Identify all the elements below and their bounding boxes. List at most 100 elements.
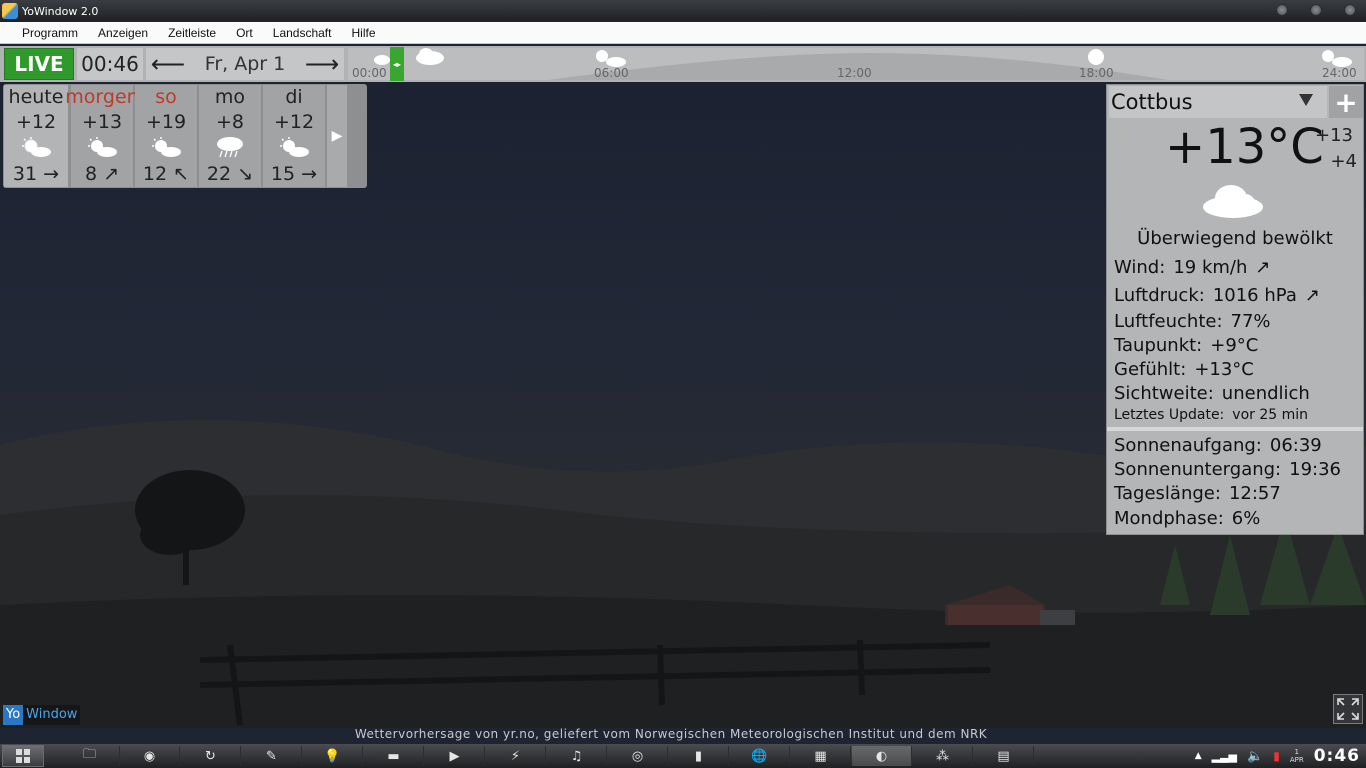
chevron-down-icon[interactable] bbox=[1299, 94, 1313, 106]
taskbar-globe-icon[interactable]: 🌐 bbox=[730, 746, 790, 766]
wind-value: 19 km/h bbox=[1173, 257, 1248, 278]
add-location-button[interactable]: + bbox=[1329, 86, 1363, 119]
day-temp: +8 bbox=[215, 111, 244, 133]
taskbar-flower-icon[interactable]: ⁂ bbox=[913, 746, 973, 766]
sunrise-row: Sonnenaufgang: 06:39 bbox=[1114, 435, 1322, 456]
forecast-next-arrow-icon[interactable]: ▶ bbox=[327, 85, 347, 187]
system-tray: ▲ ▂▃▅ 🔈 ▮ 1 APR 0:46 bbox=[1195, 744, 1366, 768]
taskbar: 🗀 ◉ ↻ ✎ 💡 ▬ ▶ ⚡ ♫ ◎ ▮ 🌐 ▦ ◐ ⁂ ▤ ▲ ▂▃▅ 🔈 … bbox=[0, 744, 1366, 768]
yowindow-logo[interactable]: Yo Window bbox=[3, 705, 81, 725]
daylength-label: Tageslänge: bbox=[1114, 483, 1221, 504]
visibility-value: unendlich bbox=[1221, 383, 1310, 404]
volume-icon[interactable]: 🔈 bbox=[1247, 749, 1263, 764]
update-label: Letztes Update: bbox=[1114, 407, 1225, 423]
taskbar-lightning-icon[interactable]: ⚡ bbox=[486, 746, 546, 766]
menu-landschaft[interactable]: Landschaft bbox=[263, 26, 342, 40]
humidity-label: Luftfeuchte: bbox=[1114, 311, 1223, 332]
prev-day-arrow-icon[interactable]: ⟵ bbox=[150, 50, 186, 78]
cloud-icon bbox=[1201, 181, 1265, 225]
moon-label: Mondphase: bbox=[1114, 508, 1224, 529]
tray-date: 1 APR bbox=[1289, 748, 1304, 764]
timeline-handle[interactable]: ◂▸ bbox=[390, 47, 404, 81]
timeline-label-0600: 06:00 bbox=[594, 66, 629, 80]
rain-cloud-icon bbox=[213, 135, 247, 161]
sun-cloud-icon bbox=[19, 135, 53, 161]
feels-label: Gefühlt: bbox=[1114, 359, 1187, 380]
sunset-row: Sonnenuntergang: 19:36 bbox=[1114, 459, 1341, 480]
expand-icon bbox=[1337, 698, 1359, 720]
taskbar-play-icon[interactable]: ▶ bbox=[425, 746, 485, 766]
pressure-row: Luftdruck: 1016 hPa ↗ bbox=[1114, 285, 1320, 306]
minimize-button[interactable] bbox=[1276, 4, 1288, 16]
day-temp: +12 bbox=[273, 111, 315, 133]
current-time: 00:46 bbox=[77, 48, 143, 80]
network-signal-icon[interactable]: ▂▃▅ bbox=[1212, 750, 1237, 763]
day-wind: 22 ↘ bbox=[206, 163, 254, 185]
taskbar-notebook-icon[interactable]: ▮ bbox=[669, 746, 729, 766]
taskbar-yowindow-icon[interactable]: ◐ bbox=[852, 746, 912, 766]
day-name: di bbox=[285, 86, 303, 108]
yowindow-app-icon bbox=[2, 3, 18, 19]
panel-divider bbox=[1107, 427, 1363, 431]
current-date: Fr, Apr 1 bbox=[204, 53, 286, 75]
menu-bar: Programm Anzeigen Zeitleiste Ort Landsch… bbox=[0, 22, 1366, 44]
fullscreen-button[interactable] bbox=[1333, 694, 1363, 724]
day-name: heute bbox=[8, 86, 64, 108]
sun-cloud-icon bbox=[149, 135, 183, 161]
taskbar-document-icon[interactable]: ▤ bbox=[974, 746, 1034, 766]
forecast-day-heute[interactable]: heute +12 31 → bbox=[4, 85, 68, 187]
taskbar-music-icon[interactable]: ♫ bbox=[547, 746, 607, 766]
battery-icon[interactable]: ▮ bbox=[1273, 749, 1280, 763]
menu-ort[interactable]: Ort bbox=[226, 26, 263, 40]
close-button[interactable] bbox=[1344, 4, 1356, 16]
menu-anzeigen[interactable]: Anzeigen bbox=[88, 26, 158, 40]
menu-programm[interactable]: Programm bbox=[12, 26, 88, 40]
taskbar-disc-icon[interactable]: ◎ bbox=[608, 746, 668, 766]
dewpoint-row: Taupunkt: +9°C bbox=[1114, 335, 1258, 356]
sun-cloud-icon bbox=[277, 135, 311, 161]
day-temp: +12 bbox=[15, 111, 57, 133]
taskbar-editor-icon[interactable]: ✎ bbox=[242, 746, 302, 766]
timeline-sun-cloud-icon-end bbox=[1322, 50, 1352, 67]
location-panel: Cottbus + +13°C +13 +4 Überwiegend bewöl… bbox=[1106, 84, 1364, 535]
location-header: Cottbus + bbox=[1107, 85, 1363, 119]
forecast-day-morgen[interactable]: morgen +13 8 ↗ bbox=[65, 85, 139, 187]
wind-label: Wind: bbox=[1114, 257, 1166, 278]
visibility-row: Sichtweite: unendlich bbox=[1114, 383, 1310, 404]
taskbar-firefox-icon[interactable]: ◉ bbox=[120, 746, 180, 766]
high-temperature: +13 bbox=[1315, 125, 1353, 146]
taskbar-bulb-icon[interactable]: 💡 bbox=[303, 746, 363, 766]
maximize-button[interactable] bbox=[1310, 4, 1322, 16]
window-titlebar: YoWindow 2.0 bbox=[0, 0, 1366, 22]
window-title: YoWindow 2.0 bbox=[22, 4, 99, 18]
menu-hilfe[interactable]: Hilfe bbox=[341, 26, 385, 40]
forecast-day-so[interactable]: so +19 12 ↖ bbox=[135, 85, 197, 187]
forecast-day-mo[interactable]: mo +8 22 ↘ bbox=[199, 85, 261, 187]
menu-zeitleiste[interactable]: Zeitleiste bbox=[158, 26, 226, 40]
taskbar-explorer-icon[interactable]: 🗀 bbox=[60, 746, 120, 766]
day-name: morgen bbox=[65, 86, 139, 108]
location-selector[interactable]: Cottbus bbox=[1109, 86, 1327, 118]
taskbar-calculator-icon[interactable]: ▦ bbox=[791, 746, 851, 766]
window-controls bbox=[1276, 4, 1356, 16]
live-button[interactable]: LIVE bbox=[4, 48, 74, 80]
tray-expand-icon[interactable]: ▲ bbox=[1195, 751, 1202, 761]
day-temp: +19 bbox=[145, 111, 187, 133]
sunrise-value: 06:39 bbox=[1269, 435, 1322, 456]
logo-part-window: Window bbox=[23, 705, 81, 725]
taskbar-clapper-icon[interactable]: ▬ bbox=[364, 746, 424, 766]
moon-row: Mondphase: 6% bbox=[1114, 508, 1260, 529]
tray-clock[interactable]: 0:46 bbox=[1314, 746, 1360, 766]
humidity-row: Luftfeuchte: 77% bbox=[1114, 311, 1271, 332]
forecast-day-di[interactable]: di +12 15 → bbox=[263, 85, 325, 187]
feels-value: +13°C bbox=[1194, 359, 1254, 380]
wind-row: Wind: 19 km/h ↗ bbox=[1114, 257, 1270, 278]
taskbar-refresh-icon[interactable]: ↻ bbox=[181, 746, 241, 766]
timeline-sun-icon bbox=[1088, 49, 1104, 65]
sunset-label: Sonnenuntergang: bbox=[1114, 459, 1282, 480]
next-day-arrow-icon[interactable]: ⟶ bbox=[304, 50, 340, 78]
day-temp: +13 bbox=[81, 111, 123, 133]
credit-text[interactable]: Wettervorhersage von yr.no, geliefert vo… bbox=[0, 727, 1342, 741]
start-button[interactable] bbox=[2, 745, 44, 767]
day-wind: 15 → bbox=[270, 163, 318, 185]
